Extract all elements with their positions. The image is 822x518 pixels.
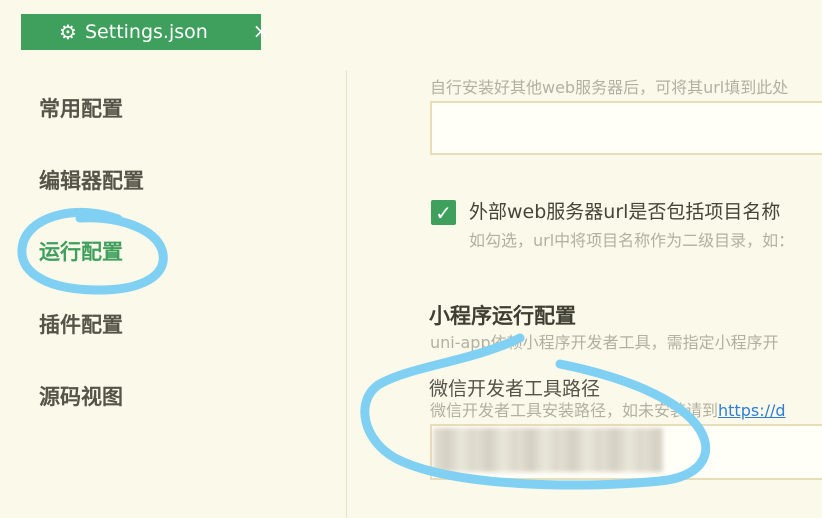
- sidebar-item-run[interactable]: 运行配置: [39, 238, 123, 266]
- sidebar-item-plugins[interactable]: 插件配置: [39, 311, 123, 339]
- close-icon[interactable]: ×: [251, 18, 271, 44]
- redacted-path-value: [433, 428, 663, 472]
- tab-settings-json[interactable]: ⚙ Settings.json ×: [21, 14, 269, 50]
- wechat-devtools-download-link[interactable]: https://d: [718, 401, 786, 420]
- web-server-url-hint: 自行安装好其他web服务器后，可将其url填到此处: [430, 78, 789, 97]
- wechat-devtools-path-label: 微信开发者工具路径: [429, 378, 601, 400]
- gear-icon: ⚙: [59, 20, 77, 44]
- tab-bar: ⚙ Settings.json ×: [0, 0, 822, 62]
- sidebar-item-editor[interactable]: 编辑器配置: [39, 167, 144, 195]
- sidebar-item-source-view[interactable]: 源码视图: [39, 383, 123, 411]
- web-server-url-input[interactable]: [430, 101, 822, 155]
- tab-title: Settings.json: [85, 21, 208, 43]
- settings-sidebar: 常用配置 编辑器配置 运行配置 插件配置 源码视图: [0, 62, 346, 518]
- include-project-label[interactable]: 外部web服务器url是否包括项目名称: [469, 199, 780, 225]
- settings-main-panel: 自行安装好其他web服务器后，可将其url填到此处 ✓ 外部web服务器url是…: [347, 62, 822, 518]
- mini-program-section-hint: uni-app依赖小程序开发者工具，需指定小程序开: [430, 333, 779, 352]
- sidebar-item-common[interactable]: 常用配置: [39, 95, 123, 123]
- checkmark-icon: ✓: [435, 200, 452, 225]
- include-project-hint: 如勾选，url中将项目名称作为二级目录，如：: [469, 231, 795, 250]
- wechat-devtools-path-hint: 微信开发者工具安装路径，如未安装请到https://d: [430, 400, 786, 422]
- settings-window: ⚙ Settings.json × 常用配置 编辑器配置 运行配置 插件配置 源…: [0, 0, 822, 518]
- wechat-devtools-hint-text: 微信开发者工具安装路径，如未安装请到: [430, 401, 719, 420]
- mini-program-section-title: 小程序运行配置: [429, 304, 576, 328]
- include-project-checkbox[interactable]: ✓: [431, 200, 456, 225]
